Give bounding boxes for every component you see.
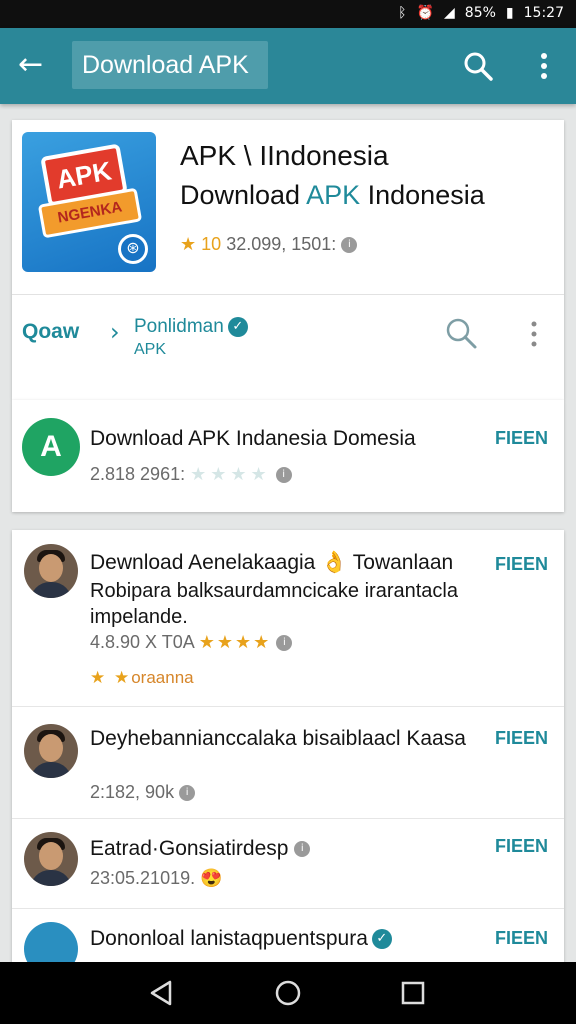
info-icon: i [341,237,358,254]
app-detail-card: APK NGENKA ⊛ APK \ IIndonesia Download A… [12,120,564,400]
divider [12,818,564,819]
item-meta: 4.8.90 X T0A ★★★★ i [90,632,293,653]
developer-name[interactable]: Ponlidman ✓ APK [134,316,248,361]
verified-icon: ✓ [227,316,248,337]
install-button[interactable]: FIEEN [495,728,548,749]
rating-value: 10 [201,234,222,254]
bluetooth-icon: ᛒ [398,5,407,21]
info-icon: i [179,785,196,802]
search-query-field[interactable]: Download APK [72,41,268,89]
install-button[interactable]: FIEEN [495,836,548,857]
results-list: Dewnload Aenelakaagia 👌 Towanlaan Robipa… [12,530,564,976]
battery-icon: ▮ [505,5,514,21]
more-vert-icon[interactable] [532,50,556,82]
item-title[interactable]: Dewnload Aenelakaagia 👌 Towanlaan [90,550,453,576]
clock: 15:27 [523,5,564,21]
star-icon: ★ [180,234,197,254]
download-count: 32.099, 1501: [226,234,337,254]
app-rating: ★ 10 32.099, 1501: i [180,234,358,255]
install-button[interactable]: FIEEN [495,928,548,949]
item-title: Download APK Indanesia Domesia [90,427,416,450]
recents-square-icon[interactable] [398,978,428,1008]
app-subtitle: Download APK Indonesia [180,180,485,210]
search-icon[interactable] [444,316,478,350]
item-meta: 23:05.21019. 😍 [90,868,223,888]
battery-percent: 85% [464,5,496,21]
item-tag: ★ ★oraanna [90,668,194,687]
more-vert-icon[interactable] [526,318,542,350]
alarm-icon: ⏰ [416,5,435,21]
item-title[interactable]: Eatrad·Gonsiatirdesp i [90,836,311,862]
developer-label: Qoaw [22,320,80,343]
verified-icon: ✓ [371,929,392,950]
list-item[interactable]: A Download APK Indanesia Domesia 2.818 2… [12,400,564,512]
install-button[interactable]: FIEEN [495,428,548,449]
item-meta: 2:182, 90k i [90,782,196,803]
info-icon: i [276,635,293,652]
avatar [24,832,78,886]
star-icon: ★ ★ [90,668,132,687]
app-title: APK \ IIndonesia [180,140,389,171]
info-icon: i [275,467,292,484]
avatar [24,724,78,778]
install-button[interactable]: FIEEN [495,554,548,575]
apk-app-icon[interactable]: APK NGENKA ⊛ [22,132,156,272]
item-description: Robipara balksaurdamncicake irarantacla … [90,580,458,628]
rating-stars-icon: ★★★★ [190,464,271,484]
item-title[interactable]: Deyhebannianccalaka bisaiblaacl Kaasa [90,726,490,752]
app-bar: ← Download APK [0,28,576,104]
navigation-bar [0,962,576,1024]
apk-logo-icon: A [22,418,80,476]
rating-stars-icon: ★★★★ [198,632,272,652]
divider [12,294,564,295]
status-bar: ᛒ ⏰ ◢ 85% ▮ 15:27 [0,0,576,28]
back-triangle-icon[interactable] [146,978,176,1008]
smile-emoji-icon: 😍 [200,868,223,888]
avatar [24,544,78,598]
signal-icon: ◢ [444,5,455,21]
home-circle-icon[interactable] [273,978,303,1008]
back-arrow-icon[interactable]: ← [18,48,52,82]
divider [12,706,564,707]
item-meta: 2.818 2961: ★★★★ i [90,464,292,485]
divider [12,908,564,909]
info-icon: i [294,841,311,858]
search-icon[interactable] [462,50,494,82]
item-title[interactable]: Dononloal lanistaqpuentspura ✓ [90,926,392,952]
chevron-right-icon: › [110,318,120,346]
circle-logo-icon: ⊛ [118,234,148,264]
